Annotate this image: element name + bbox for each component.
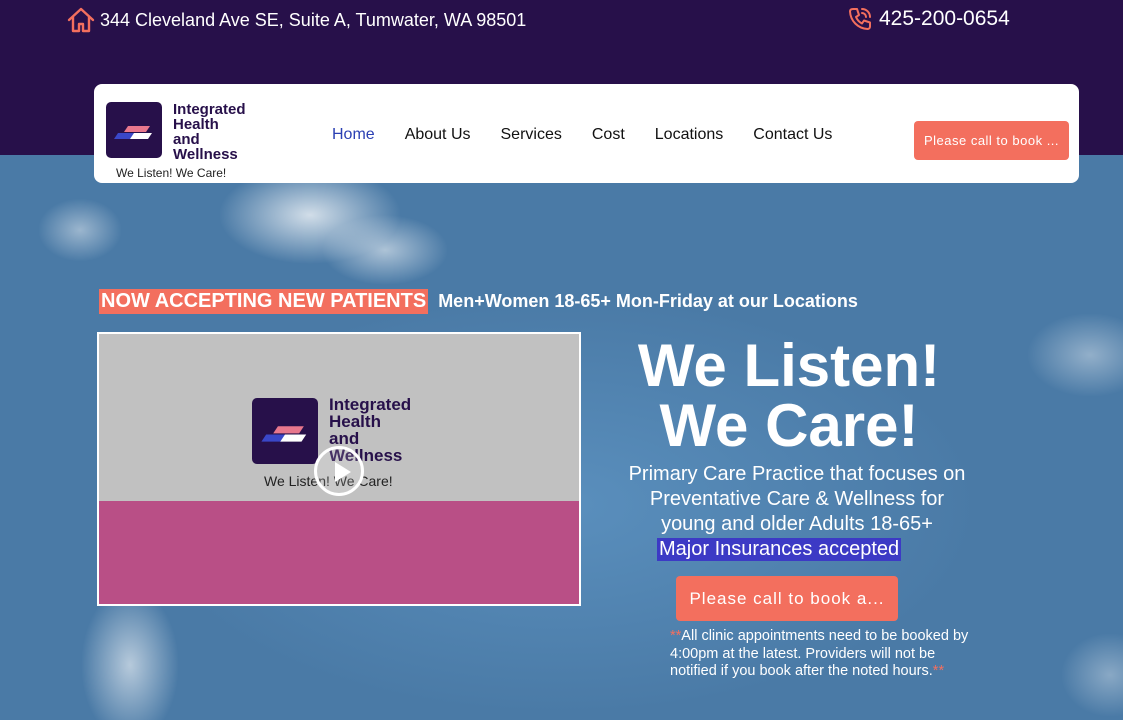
new-patients-banner: NOW ACCEPTING NEW PATIENTS Men+Women 18-… [99,289,858,314]
phone-icon [849,8,871,30]
appointment-note: **All clinic appointments need to be boo… [670,628,980,681]
video-logo-mark-icon [252,398,318,464]
intro-video[interactable]: Integrated Health and Wellness We Listen… [97,332,581,606]
nav-item-contact-us[interactable]: Contact Us [753,126,832,144]
nav-item-services[interactable]: Services [501,126,562,144]
nav-header: Integrated Health and Wellness We Listen… [94,84,1079,183]
banner-highlight: NOW ACCEPTING NEW PATIENTS [99,289,429,314]
note-asterisk-end: ** [932,663,945,679]
main-nav: Home About Us Services Cost Locations Co… [332,126,862,144]
nav-item-cost[interactable]: Cost [592,126,625,144]
hero-title-line-1: We Listen! [637,332,941,399]
address-bar: 344 Cleveland Ave SE, Suite A, Tumwater,… [66,5,526,35]
logo-mark-icon [106,102,162,158]
phone-bar[interactable]: 425-200-0654 [846,5,1010,33]
book-button-header[interactable]: Please call to book ... [914,121,1069,160]
logo-name: Integrated Health and Wellness [173,101,246,163]
banner-detail: Men+Women 18-65+ Mon-Friday at our Locat… [438,291,858,311]
note-asterisk-start: ** [670,628,682,644]
address-text: 344 Cleveland Ave SE, Suite A, Tumwater,… [100,9,527,30]
phone-number[interactable]: 425-200-0654 [879,7,1010,31]
home-icon [67,7,95,33]
logo-tagline: We Listen! We Care! [116,166,227,180]
hero-title-line-2: We Care! [659,392,919,459]
book-button-hero[interactable]: Please call to book a... [676,576,898,621]
hero-title: We Listen! We Care! [600,336,978,456]
insurance-highlight: Major Insurances accepted [657,538,902,561]
nav-item-home[interactable]: Home [332,126,375,144]
play-icon[interactable] [314,446,364,496]
nav-item-about-us[interactable]: About Us [405,126,471,144]
hero-description: Primary Care Practice that focuses on Pr… [628,463,966,535]
nav-item-locations[interactable]: Locations [655,126,724,144]
note-text: All clinic appointments need to be booke… [670,628,969,679]
video-frame-bottom [99,501,579,604]
